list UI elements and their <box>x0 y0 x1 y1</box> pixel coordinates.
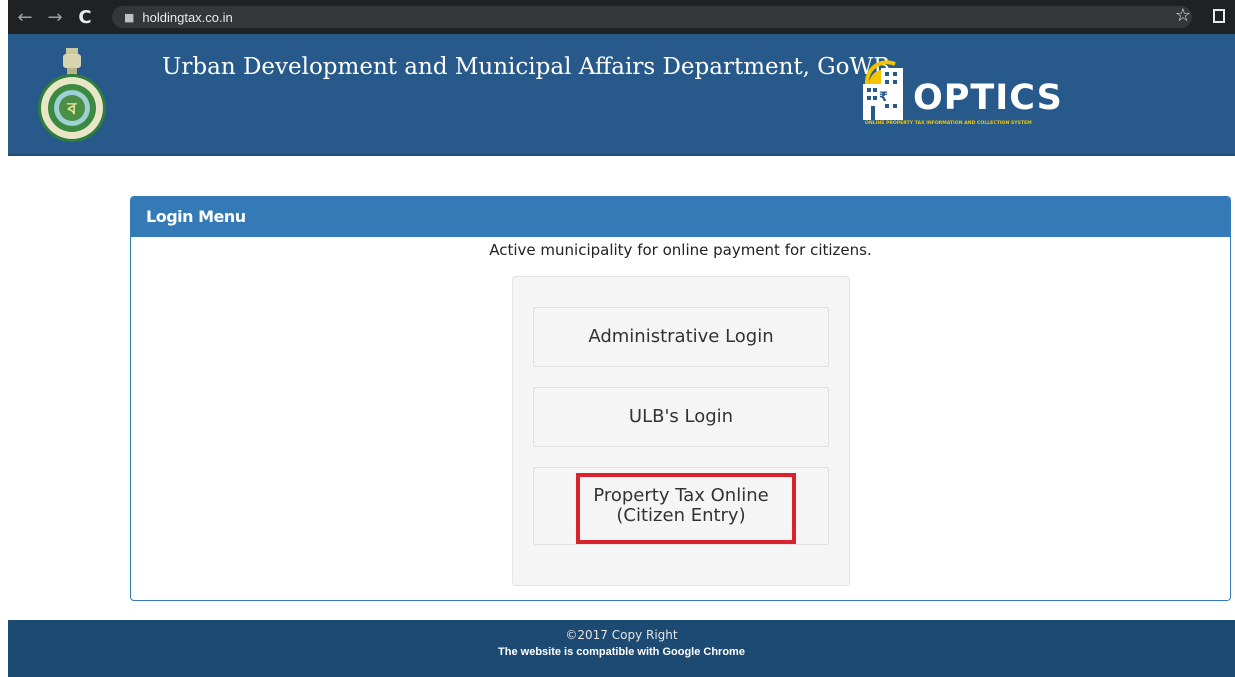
ulb-login-label: ULB's Login <box>628 406 734 427</box>
address-bar[interactable]: ■ holdingtax.co.in <box>112 6 1192 28</box>
site-header: ব Urban Development and Municipal Affair… <box>8 34 1235 156</box>
site-footer: ©2017 Copy Right The website is compatib… <box>8 620 1235 677</box>
svg-text:ব: ব <box>67 99 78 118</box>
login-menu-panel: Login Menu Active municipality for onlin… <box>130 196 1231 601</box>
url-text: holdingtax.co.in <box>142 9 233 25</box>
extension-icon[interactable] <box>1213 9 1225 23</box>
optics-logo: ₹ OPTICS ONLINE PROPERTY TAX INFORMATION… <box>853 54 1063 134</box>
panel-heading: Login Menu <box>131 197 1230 237</box>
lock-icon: ■ <box>124 10 135 24</box>
administrative-login-button[interactable]: Administrative Login <box>533 307 829 367</box>
forward-arrow-icon[interactable]: → <box>42 7 68 28</box>
citizen-entry-label-line1: Property Tax Online <box>593 485 769 506</box>
citizen-entry-label-line2: (Citizen Entry) <box>616 505 746 526</box>
svg-text:₹: ₹ <box>879 90 888 105</box>
panel-subtitle: Active municipality for online payment f… <box>489 241 872 259</box>
ulb-login-button[interactable]: ULB's Login <box>533 387 829 447</box>
browser-compatibility-text: The website is compatible with Google Ch… <box>498 646 745 658</box>
login-options-box: Administrative Login ULB's Login Propert… <box>512 276 850 586</box>
west-bengal-emblem-icon: ব <box>38 48 106 142</box>
reload-icon[interactable]: C <box>72 7 98 28</box>
administrative-login-label: Administrative Login <box>588 326 774 347</box>
copyright-text: ©2017 Copy Right <box>565 628 678 642</box>
browser-toolbar: ← → C ■ holdingtax.co.in ☆ <box>8 0 1235 34</box>
property-tax-citizen-entry-button[interactable]: Property Tax Online (Citizen Entry) <box>533 467 829 545</box>
optics-tagline: ONLINE PROPERTY TAX INFORMATION AND COLL… <box>865 121 1032 126</box>
bookmark-star-icon[interactable]: ☆ <box>1175 5 1191 26</box>
department-title: Urban Development and Municipal Affairs … <box>162 54 898 80</box>
optics-wordmark: OPTICS <box>913 78 1063 118</box>
back-arrow-icon[interactable]: ← <box>12 7 38 28</box>
